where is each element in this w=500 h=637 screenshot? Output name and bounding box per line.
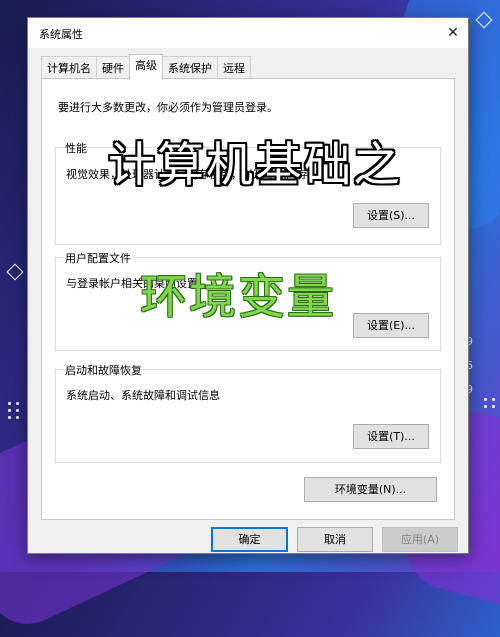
title-bar[interactable]: 系统属性 ✕ xyxy=(28,18,468,48)
tab-system-protection[interactable]: 系统保护 xyxy=(162,56,218,79)
user-profiles-group-label: 用户配置文件 xyxy=(64,250,132,266)
performance-group-label: 性能 xyxy=(64,140,88,156)
overlay-title-line1: 计算机基础之 xyxy=(108,138,402,193)
environment-variables-button[interactable]: 环境变量(N)... xyxy=(304,477,437,502)
close-icon[interactable]: ✕ xyxy=(438,18,468,48)
startup-recovery-group-label: 启动和故障恢复 xyxy=(64,362,143,378)
cancel-button[interactable]: 取消 xyxy=(297,527,373,552)
admin-note: 要进行大多数更改，你必须作为管理员登录。 xyxy=(58,101,278,114)
performance-settings-button[interactable]: 设置(S)... xyxy=(353,203,429,228)
startup-recovery-group: 启动和故障恢复 系统启动、系统故障和调试信息 设置(T)... xyxy=(55,362,441,463)
user-profiles-settings-button[interactable]: 设置(E)... xyxy=(353,313,429,338)
startup-recovery-settings-button[interactable]: 设置(T)... xyxy=(353,424,429,449)
tab-remote[interactable]: 远程 xyxy=(217,56,251,79)
tab-advanced[interactable]: 高级 xyxy=(129,54,163,80)
overlay-title-line2: 环境变量 xyxy=(140,270,336,325)
dots-decoration-icon xyxy=(484,398,498,408)
tab-hardware[interactable]: 硬件 xyxy=(96,56,130,79)
apply-button[interactable]: 应用(A) xyxy=(382,527,458,552)
dots-decoration-icon xyxy=(8,402,22,419)
ok-button[interactable]: 确定 xyxy=(211,527,288,552)
tab-strip: 计算机名 硬件 高级 系统保护 远程 xyxy=(41,54,251,80)
startup-recovery-description: 系统启动、系统故障和调试信息 xyxy=(66,389,220,402)
dialog-title: 系统属性 xyxy=(39,28,83,41)
diamond-decoration-icon xyxy=(6,263,24,281)
tab-computer-name[interactable]: 计算机名 xyxy=(41,56,97,79)
